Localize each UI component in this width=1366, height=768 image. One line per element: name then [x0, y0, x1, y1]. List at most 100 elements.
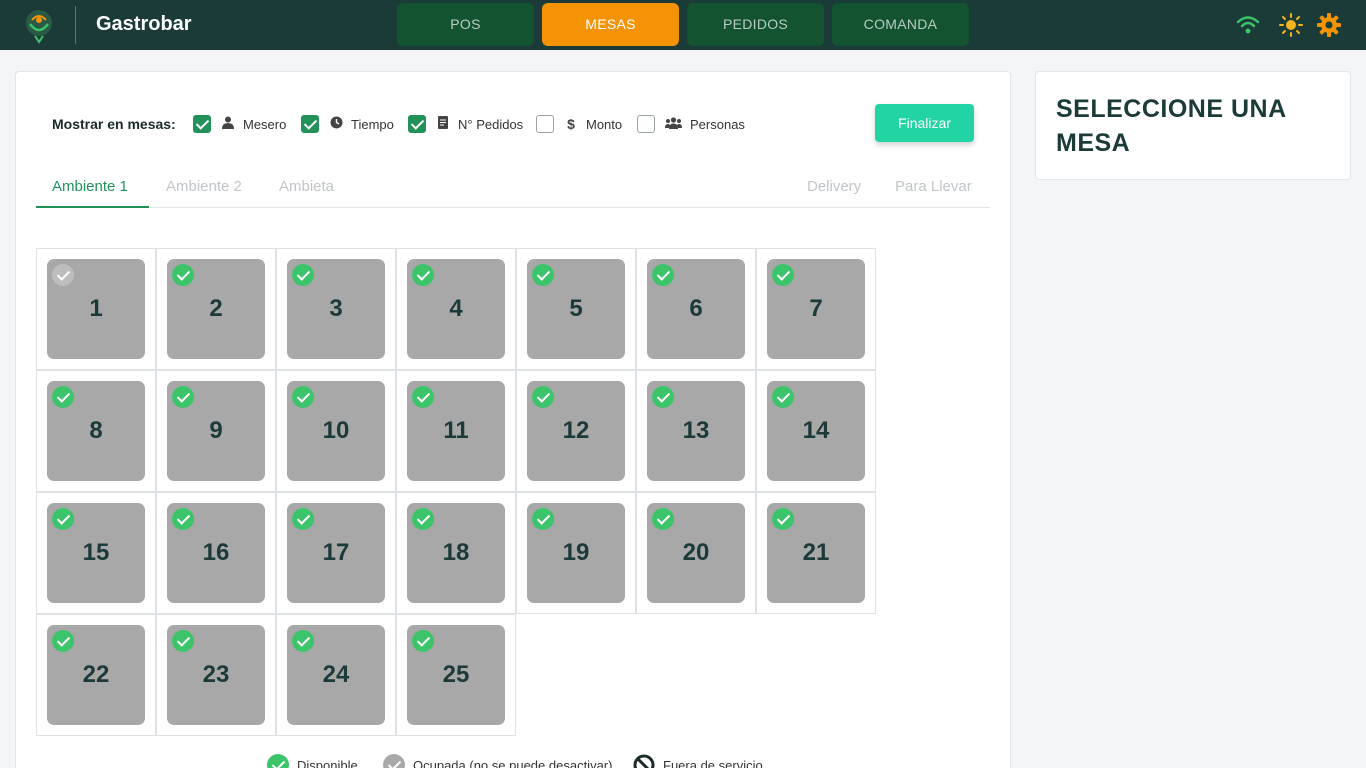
wifi-icon[interactable]	[1235, 12, 1261, 38]
table-number: 16	[202, 539, 230, 566]
table-button[interactable]: 19	[527, 503, 625, 603]
check-circle-green-icon	[292, 508, 314, 530]
table-cell: 4	[396, 248, 516, 370]
table-cell: 25	[396, 614, 516, 736]
tabs-divider	[36, 207, 990, 208]
table-button[interactable]: 8	[47, 381, 145, 481]
table-button[interactable]: 22	[47, 625, 145, 725]
sun-icon[interactable]	[1278, 12, 1304, 38]
tab-ambiente-1[interactable]: Ambiente 1	[52, 178, 128, 195]
option-tiempo[interactable]: Tiempo	[301, 114, 394, 134]
table-button[interactable]: 3	[287, 259, 385, 359]
checkbox-mesero[interactable]	[193, 115, 211, 133]
legend-label: Fuera de servicio	[663, 757, 763, 768]
table-number: 2	[209, 295, 223, 322]
checkbox-monto[interactable]	[536, 115, 554, 133]
checkbox-personas[interactable]	[637, 115, 655, 133]
legend-label: Disponible	[297, 757, 358, 768]
table-cell: 21	[756, 492, 876, 614]
table-button[interactable]: 25	[407, 625, 505, 725]
table-button[interactable]: 23	[167, 625, 265, 725]
option-label: Personas	[690, 116, 745, 132]
check-circle-green-icon	[532, 264, 554, 286]
table-button[interactable]: 17	[287, 503, 385, 603]
table-button[interactable]: 4	[407, 259, 505, 359]
table-button[interactable]: 1	[47, 259, 145, 359]
check-circle-green-icon	[412, 630, 434, 652]
table-button[interactable]: 18	[407, 503, 505, 603]
table-button[interactable]: 7	[767, 259, 865, 359]
table-number: 12	[562, 417, 590, 444]
table-cell: 11	[396, 370, 516, 492]
dollar-icon: $	[567, 116, 575, 132]
tab-para-llevar[interactable]: Para Llevar	[895, 178, 972, 195]
check-circle-green-icon	[267, 754, 289, 768]
active-tab-indicator	[36, 206, 149, 208]
tables-grid: 1 2 3 4 5 6 7 8 9 10 11 12 13 14 15 16 17 18 19 20 21 22 23 24 2…	[36, 248, 877, 736]
clock-icon	[329, 116, 343, 132]
table-number: 4	[449, 295, 463, 322]
check-circle-green-icon	[292, 264, 314, 286]
table-button[interactable]: 9	[167, 381, 265, 481]
table-cell: 3	[276, 248, 396, 370]
table-button[interactable]: 13	[647, 381, 745, 481]
check-circle-green-icon	[532, 508, 554, 530]
check-circle-green-icon	[292, 630, 314, 652]
table-number: 3	[329, 295, 343, 322]
nav-tab-pedidos[interactable]: PEDIDOS	[687, 3, 824, 46]
option-personas[interactable]: Personas	[637, 114, 745, 134]
nav-tab-mesas[interactable]: MESAS	[542, 3, 679, 46]
table-button[interactable]: 5	[527, 259, 625, 359]
table-button[interactable]: 16	[167, 503, 265, 603]
option-monto[interactable]: $ Monto	[536, 114, 622, 134]
check-circle-grey-icon	[383, 754, 405, 768]
table-number: 18	[442, 539, 470, 566]
check-circle-green-icon	[412, 386, 434, 408]
tab-ambieta[interactable]: Ambieta	[279, 178, 334, 195]
check-circle-green-icon	[172, 386, 194, 408]
tab-delivery[interactable]: Delivery	[807, 178, 861, 195]
table-button[interactable]: 12	[527, 381, 625, 481]
table-cell: 22	[36, 614, 156, 736]
table-number: 5	[569, 295, 583, 322]
table-button[interactable]: 2	[167, 259, 265, 359]
table-number: 15	[82, 539, 110, 566]
nav-tab-comanda[interactable]: COMANDA	[832, 3, 969, 46]
check-circle-green-icon	[172, 630, 194, 652]
check-circle-green-icon	[412, 508, 434, 530]
table-button[interactable]: 6	[647, 259, 745, 359]
show-options-label: Mostrar en mesas:	[52, 116, 176, 132]
option-pedidos[interactable]: N° Pedidos	[408, 114, 523, 134]
select-table-title: SELECCIONE UNA MESA	[1056, 95, 1286, 157]
selection-panel: SELECCIONE UNA MESA	[1035, 71, 1351, 180]
option-mesero[interactable]: Mesero	[193, 114, 286, 134]
table-button[interactable]: 14	[767, 381, 865, 481]
tab-ambiente-2[interactable]: Ambiente 2	[166, 178, 242, 195]
check-circle-green-icon	[772, 386, 794, 408]
table-number: 8	[89, 417, 103, 444]
check-circle-green-icon	[172, 264, 194, 286]
check-circle-green-icon	[652, 508, 674, 530]
table-button[interactable]: 10	[287, 381, 385, 481]
table-number: 10	[322, 417, 350, 444]
table-cell: 5	[516, 248, 636, 370]
table-button[interactable]: 24	[287, 625, 385, 725]
table-cell: 14	[756, 370, 876, 492]
nav-tab-pos[interactable]: POS	[397, 3, 534, 46]
ban-icon	[633, 754, 655, 768]
check-circle-green-icon	[52, 630, 74, 652]
finalize-button[interactable]: Finalizar	[875, 104, 974, 142]
table-cell: 15	[36, 492, 156, 614]
table-button[interactable]: 21	[767, 503, 865, 603]
checkbox-pedidos[interactable]	[408, 115, 426, 133]
table-button[interactable]: 15	[47, 503, 145, 603]
table-number: 1	[89, 295, 103, 322]
table-button[interactable]: 11	[407, 381, 505, 481]
table-button[interactable]: 20	[647, 503, 745, 603]
gear-icon[interactable]	[1316, 12, 1342, 38]
legend-available: Disponible	[267, 754, 358, 768]
check-circle-green-icon	[172, 508, 194, 530]
checkbox-tiempo[interactable]	[301, 115, 319, 133]
table-number: 25	[442, 661, 470, 688]
table-cell: 1	[36, 248, 156, 370]
